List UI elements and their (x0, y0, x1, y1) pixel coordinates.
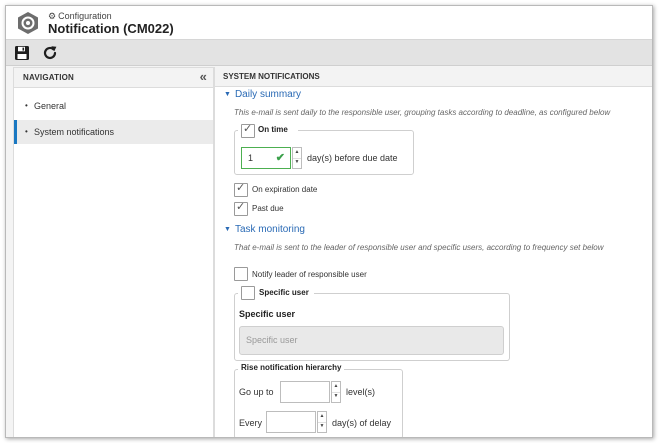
bullet-icon: • (25, 127, 28, 136)
toolbar (6, 40, 652, 66)
spinner-down-icon[interactable]: ▼ (332, 392, 340, 402)
every-days-input[interactable] (266, 411, 316, 433)
bullet-icon: • (25, 101, 28, 110)
daily-summary-title: Daily summary (234, 89, 302, 100)
daily-summary-toggle[interactable]: ▼ Daily summary (224, 89, 301, 100)
past-due-label: Past due (252, 204, 284, 213)
days-before-due-label: day(s) before due date (307, 153, 398, 163)
task-monitoring-toggle[interactable]: ▼ Task monitoring (224, 224, 305, 235)
spinner-down-icon[interactable]: ▼ (293, 158, 301, 168)
checkmark-icon: ✓ (243, 123, 253, 135)
specific-user-field-label: Specific user (239, 309, 296, 319)
on-time-days-input[interactable]: 1 ✔ (241, 147, 291, 169)
caret-down-icon: ▼ (224, 226, 231, 233)
page-title: Notification (CM022) (48, 21, 174, 36)
notify-leader-label: Notify leader of responsible user (252, 270, 367, 279)
checkmark-icon: ✓ (236, 201, 246, 213)
task-monitoring-title: Task monitoring (234, 224, 305, 235)
on-time-days-value: 1 (248, 153, 254, 163)
system-notifications-panel: SYSTEM NOTIFICATIONS ▼ Daily summary This… (214, 67, 652, 437)
levels-label: level(s) (346, 387, 376, 397)
application-window: ⚙ Configuration Notification (CM022) NAVI… (5, 5, 653, 438)
refresh-icon[interactable] (42, 45, 58, 61)
specific-user-checkbox[interactable] (241, 286, 255, 300)
sidebar-item-general[interactable]: • General (14, 94, 213, 118)
past-due-checkbox[interactable]: ✓ (234, 201, 248, 216)
valid-check-icon: ✔ (275, 152, 285, 164)
breadcrumb-label: Configuration (58, 11, 112, 21)
on-time-label: On time (258, 125, 288, 134)
sidebar-item-label: General (34, 101, 67, 111)
title-bar: ⚙ Configuration Notification (CM022) (6, 6, 652, 40)
specific-user-placeholder: Specific user (246, 335, 298, 345)
navigation-header: NAVIGATION « (14, 68, 213, 88)
on-time-legend: ✓ On time (238, 123, 298, 138)
specific-user-legend-label: Specific user (259, 288, 309, 297)
on-expiration-date-label: On expiration date (252, 185, 318, 194)
on-expiration-date-checkbox[interactable]: ✓ (234, 182, 248, 197)
rise-hierarchy-legend: Rise notification hierarchy (238, 363, 345, 372)
on-time-days-spinner[interactable]: ▲ ▼ (292, 147, 302, 169)
app-logo-icon (18, 12, 38, 34)
sidebar-item-system-notifications[interactable]: • System notifications (14, 120, 213, 144)
go-up-levels-input[interactable] (280, 381, 330, 403)
days-of-delay-label: day(s) of delay (332, 418, 392, 428)
navigation-panel: NAVIGATION « • General • System notifica… (13, 67, 214, 437)
go-up-levels-spinner[interactable]: ▲ ▼ (331, 381, 341, 403)
sidebar-item-label: System notifications (34, 127, 115, 137)
task-monitoring-hint: That e-mail is sent to the leader of res… (234, 243, 604, 252)
navigation-title: NAVIGATION (23, 73, 75, 82)
caret-down-icon: ▼ (224, 91, 231, 98)
specific-user-legend: Specific user (238, 285, 314, 300)
on-time-checkbox[interactable]: ✓ (241, 123, 255, 138)
spinner-down-icon[interactable]: ▼ (318, 422, 326, 432)
collapse-panel-icon[interactable]: « (200, 68, 207, 85)
daily-summary-hint: This e-mail is sent daily to the respons… (234, 108, 611, 117)
specific-user-input: Specific user (239, 326, 504, 355)
notify-leader-checkbox[interactable] (234, 267, 248, 281)
every-days-spinner[interactable]: ▲ ▼ (317, 411, 327, 433)
go-up-to-label: Go up to (239, 387, 274, 397)
checkmark-icon: ✓ (236, 182, 246, 194)
gear-icon: ⚙ (48, 11, 57, 21)
section-header: SYSTEM NOTIFICATIONS (215, 67, 652, 87)
every-label: Every (239, 418, 263, 428)
save-icon[interactable] (14, 45, 30, 61)
